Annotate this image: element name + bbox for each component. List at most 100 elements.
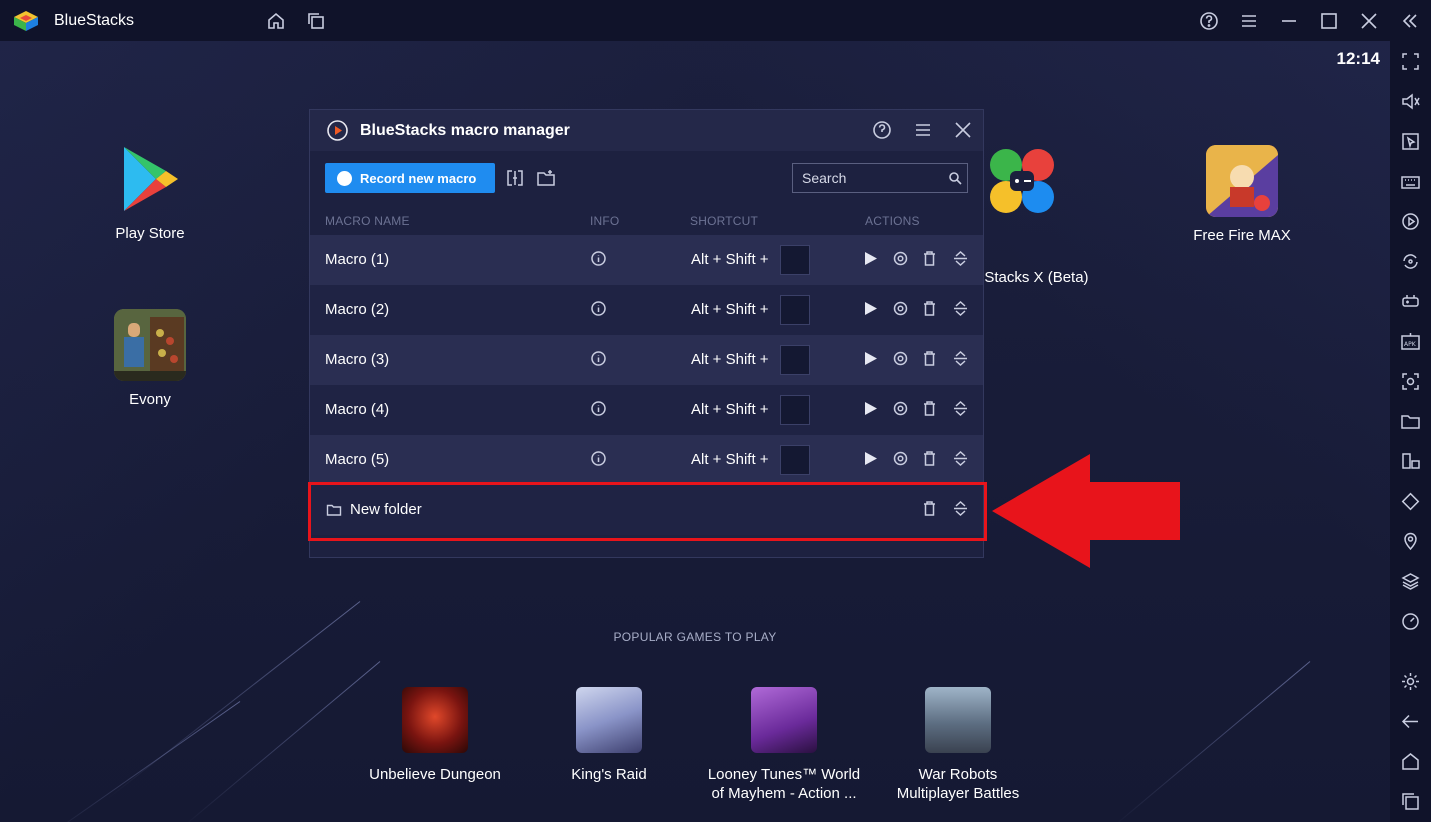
settings-icon[interactable]: [892, 250, 909, 267]
shortcut-label: Alt + Shift +: [691, 351, 769, 368]
help-icon[interactable]: [1198, 10, 1220, 32]
settings-icon[interactable]: [892, 300, 909, 317]
info-icon[interactable]: [590, 450, 607, 467]
macro-record-icon[interactable]: [1400, 211, 1421, 232]
app-play-store[interactable]: Play Store: [100, 145, 200, 242]
macro-name: Macro (3): [325, 351, 390, 368]
multi-instance-icon[interactable]: [305, 10, 327, 32]
game-war-robots[interactable]: War Robots Multiplayer Battles: [873, 687, 1043, 803]
close-icon[interactable]: [953, 120, 973, 140]
record-dot-icon: [337, 170, 352, 186]
performance-icon[interactable]: [1400, 611, 1421, 632]
info-icon[interactable]: [590, 300, 607, 317]
app-bluestacks-x[interactable]: eStacks X (Beta): [976, 145, 1104, 286]
location-icon[interactable]: [1400, 531, 1421, 552]
search-icon: [948, 171, 962, 185]
menu-icon[interactable]: [1238, 10, 1260, 32]
kings-raid-icon: [576, 687, 642, 753]
macro-name: Macro (5): [325, 451, 390, 468]
menu-icon[interactable]: [913, 120, 933, 140]
macro-row[interactable]: Macro (3) Alt + Shift +: [310, 335, 983, 385]
shortcut-key-input[interactable]: [780, 445, 810, 475]
delete-icon[interactable]: [921, 350, 938, 367]
pointer-icon[interactable]: [1400, 131, 1421, 152]
volume-icon[interactable]: [1400, 91, 1421, 112]
collapse-sidebar-icon[interactable]: [1399, 10, 1421, 32]
info-icon[interactable]: [590, 250, 607, 267]
title-bar: BlueStacks: [0, 0, 1431, 41]
shortcut-key-input[interactable]: [780, 395, 810, 425]
macro-logo-icon: [326, 119, 349, 142]
game-unbelieve-dungeon[interactable]: Unbelieve Dungeon: [350, 687, 520, 784]
back-icon[interactable]: [1400, 711, 1421, 732]
reorder-icon[interactable]: [952, 250, 969, 267]
play-icon[interactable]: [862, 250, 879, 267]
delete-icon[interactable]: [921, 300, 938, 317]
decorative-streak: [1110, 661, 1311, 822]
settings-icon[interactable]: [892, 400, 909, 417]
play-icon[interactable]: [862, 350, 879, 367]
game-kings-raid[interactable]: King's Raid: [524, 687, 694, 784]
apk-icon[interactable]: APK: [1400, 331, 1421, 352]
play-icon[interactable]: [862, 400, 879, 417]
macro-manager-title: BlueStacks macro manager: [360, 122, 570, 139]
popular-games-title: POPULAR GAMES TO PLAY: [613, 630, 777, 644]
home-icon[interactable]: [265, 10, 287, 32]
delete-icon[interactable]: [921, 450, 938, 467]
delete-icon[interactable]: [921, 250, 938, 267]
macro-name: Macro (1): [325, 251, 390, 268]
fullscreen-icon[interactable]: [1400, 51, 1421, 72]
shortcut-label: Alt + Shift +: [691, 251, 769, 268]
app-free-fire-max[interactable]: Free Fire MAX: [1184, 145, 1300, 244]
layers-icon[interactable]: [1400, 571, 1421, 592]
play-icon[interactable]: [862, 450, 879, 467]
home-icon[interactable]: [1400, 751, 1421, 772]
keyboard-icon[interactable]: [1400, 171, 1421, 192]
reorder-icon[interactable]: [952, 350, 969, 367]
settings-icon[interactable]: [892, 450, 909, 467]
macro-row[interactable]: Macro (4) Alt + Shift +: [310, 385, 983, 435]
shortcut-key-input[interactable]: [780, 345, 810, 375]
clock: 12:14: [1336, 49, 1380, 68]
sync-icon[interactable]: [1400, 251, 1421, 272]
delete-icon[interactable]: [921, 400, 938, 417]
game-label: King's Raid: [571, 766, 647, 783]
multi-instance-icon[interactable]: [1400, 451, 1421, 472]
record-label: Record new macro: [360, 170, 477, 186]
reorder-icon[interactable]: [952, 450, 969, 467]
merge-macros-icon[interactable]: [505, 168, 525, 188]
red-arrow-annotation: [992, 454, 1182, 568]
reorder-icon[interactable]: [952, 400, 969, 417]
folder-icon[interactable]: [1400, 411, 1421, 432]
play-icon[interactable]: [862, 300, 879, 317]
reorder-icon[interactable]: [952, 300, 969, 317]
macro-row[interactable]: Macro (2) Alt + Shift +: [310, 285, 983, 335]
settings-icon[interactable]: [892, 350, 909, 367]
bluestacks-x-icon: [986, 145, 1058, 217]
game-label: Unbelieve Dungeon: [369, 766, 501, 783]
settings-icon[interactable]: [1400, 671, 1421, 692]
close-icon[interactable]: [1358, 10, 1380, 32]
info-icon[interactable]: [590, 400, 607, 417]
search-input[interactable]: [792, 163, 968, 193]
macro-row[interactable]: Macro (5) Alt + Shift +: [310, 435, 983, 485]
minimize-icon[interactable]: [1278, 10, 1300, 32]
shortcut-key-input[interactable]: [780, 245, 810, 275]
maximize-icon[interactable]: [1318, 10, 1340, 32]
screenshot-icon[interactable]: [1400, 371, 1421, 392]
column-header-name: MACRO NAME: [325, 214, 410, 228]
free-fire-max-icon: [1206, 145, 1278, 217]
record-new-macro-button[interactable]: Record new macro: [325, 163, 495, 193]
shortcut-key-input[interactable]: [780, 295, 810, 325]
recents-icon[interactable]: [1400, 791, 1421, 812]
macro-row[interactable]: Macro (1) Alt + Shift +: [310, 235, 983, 285]
shortcut-label: Alt + Shift +: [691, 451, 769, 468]
gamepad-icon[interactable]: [1400, 291, 1421, 312]
rotate-icon[interactable]: [1400, 491, 1421, 512]
help-icon[interactable]: [872, 120, 892, 140]
game-looney-tunes[interactable]: Looney Tunes™ World of Mayhem - Action .…: [699, 687, 869, 803]
app-evony[interactable]: Evony: [100, 309, 200, 408]
new-folder-icon[interactable]: [536, 168, 556, 188]
column-header-info: INFO: [590, 214, 620, 228]
info-icon[interactable]: [590, 350, 607, 367]
